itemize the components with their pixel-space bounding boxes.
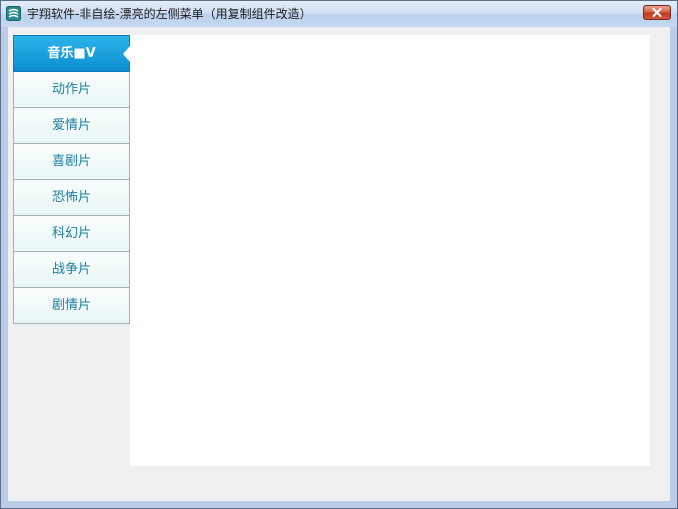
menu-item-label: 动作片 [51,82,91,97]
active-indicator-notch [123,46,130,62]
close-button[interactable] [643,5,671,20]
menu-item-label: 喜剧片 [51,154,91,169]
menu-item-label: 科幻片 [51,226,91,241]
menu-item-war[interactable]: 战争片 [13,252,130,288]
window-title: 宇翔软件-非自绘-漂亮的左侧菜单（用复制组件改造） [27,7,312,21]
menu-item-label: 音乐■V [47,46,96,61]
left-menu: 音乐■V 动作片 爱情片 喜剧片 恐怖片 科幻片 战争片 剧情片 [13,35,130,324]
app-window: 宇翔软件-非自绘-漂亮的左侧菜单（用复制组件改造） 音乐■V 动作片 爱情片 喜… [0,0,678,509]
menu-item-action[interactable]: 动作片 [13,72,130,108]
client-area: 音乐■V 动作片 爱情片 喜剧片 恐怖片 科幻片 战争片 剧情片 [8,27,670,501]
menu-item-comedy[interactable]: 喜剧片 [13,144,130,180]
app-logo-icon [6,6,21,21]
menu-item-drama[interactable]: 剧情片 [13,288,130,324]
menu-item-label: 战争片 [51,262,91,277]
menu-item-romance[interactable]: 爱情片 [13,108,130,144]
close-icon [652,8,662,17]
menu-item-label: 剧情片 [51,298,91,313]
title-bar[interactable]: 宇翔软件-非自绘-漂亮的左侧菜单（用复制组件改造） [1,1,677,27]
menu-item-label: 恐怖片 [51,190,91,205]
menu-item-horror[interactable]: 恐怖片 [13,180,130,216]
menu-item-music[interactable]: 音乐■V [13,35,130,72]
menu-item-label: 爱情片 [51,118,91,133]
menu-item-scifi[interactable]: 科幻片 [13,216,130,252]
content-panel [130,35,650,466]
